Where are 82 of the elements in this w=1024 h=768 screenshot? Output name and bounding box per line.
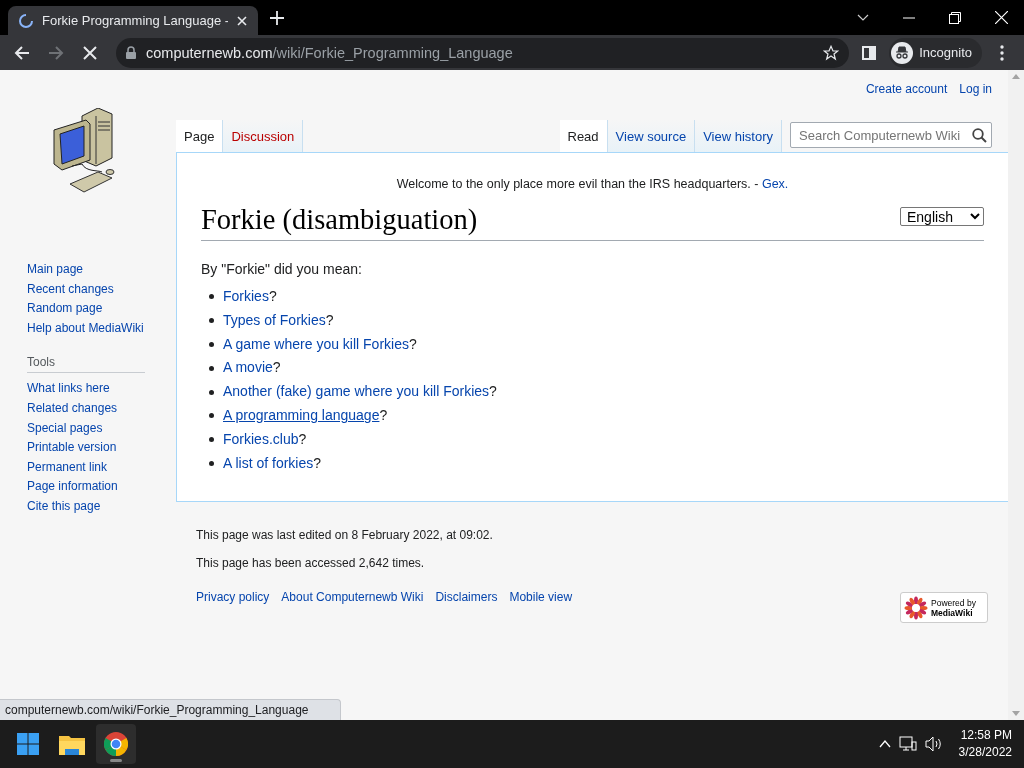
address-bar[interactable]: computernewb.com/wiki/Forkie_Programming_Language	[116, 37, 850, 68]
menu-icon[interactable]	[1000, 44, 1004, 61]
account-link[interactable]: Log in	[959, 82, 992, 108]
language-select[interactable]: English	[900, 207, 984, 226]
page-tab[interactable]: Page	[176, 120, 224, 152]
status-url: computernewb.com/wiki/Forkie_Programming_Language	[0, 699, 342, 720]
sidebar-link[interactable]: Cite this page	[27, 496, 101, 517]
powered-by-badge[interactable]: Powered by MediaWiki	[900, 592, 988, 623]
option-link[interactable]: A list of forkies	[223, 454, 314, 471]
flower-icon	[904, 595, 928, 620]
footer-link[interactable]: Privacy policy	[196, 590, 270, 604]
list-item: A programming language?	[223, 406, 388, 426]
sidebar-link[interactable]: Main page	[27, 260, 84, 280]
list-item: Forkies.club?	[223, 429, 307, 449]
option-link[interactable]: A game where you kill Forkies	[223, 335, 409, 352]
bullet-icon	[209, 342, 214, 348]
restore-icon[interactable]	[949, 11, 961, 24]
list-item: Forkies?	[223, 287, 277, 307]
option-link[interactable]: A movie	[223, 359, 273, 376]
list-item: A game where you kill Forkies?	[223, 334, 417, 354]
intro-text: By "Forkie" did you mean:	[201, 261, 363, 278]
incognito-button[interactable]: Incognito	[889, 37, 982, 68]
tab-title: Forkie Programming Language -	[42, 13, 228, 28]
sidebar-link[interactable]: Special pages	[27, 418, 103, 439]
bullet-icon	[209, 318, 214, 324]
bullet-icon	[209, 365, 214, 371]
sidebar-link[interactable]: Related changes	[27, 398, 118, 419]
list-item: Another (fake) game where you kill Forkies?	[223, 382, 497, 402]
sidebar-link[interactable]: Recent changes	[27, 279, 114, 300]
sidebar-link[interactable]: What links here	[27, 379, 110, 399]
back-arrow-icon[interactable]	[14, 44, 30, 61]
list-item: A movie?	[223, 358, 281, 378]
folder-icon[interactable]	[59, 733, 85, 755]
footer-link[interactable]: About Computernewb Wiki	[281, 590, 424, 604]
sidebar-link[interactable]: Page information	[27, 477, 118, 497]
site-notice: Welcome to the only place more evil than the IRS headquarters. - Gex.	[395, 177, 790, 191]
close-icon[interactable]	[236, 14, 248, 27]
forward-arrow-icon[interactable]	[48, 44, 64, 61]
sidebar-link[interactable]: Printable version	[27, 438, 117, 458]
sidebar-link[interactable]: Help about MediaWiki	[27, 318, 144, 339]
incognito-icon	[891, 41, 914, 64]
lock-icon	[126, 46, 136, 59]
new-tab-icon[interactable]	[270, 10, 284, 25]
footer-link[interactable]: Mobile view	[509, 590, 573, 604]
option-link[interactable]: Forkies.club	[223, 430, 299, 447]
page-tab[interactable]: View source	[607, 120, 696, 152]
footer-info: This page was last edited on 8 February 2022, at 09:02.	[196, 528, 494, 542]
list-item: A list of forkies?	[223, 453, 322, 473]
option-link[interactable]: Another (fake) game where you kill Forkies	[223, 383, 490, 400]
list-item: Types of Forkies?	[223, 310, 334, 330]
chevron-down-icon[interactable]	[857, 13, 869, 22]
tools-heading: Tools	[27, 355, 145, 374]
option-link[interactable]: A programming language	[223, 407, 380, 424]
option-link[interactable]: Types of Forkies	[223, 311, 326, 328]
option-link[interactable]: Forkies	[223, 288, 269, 305]
minimize-icon[interactable]	[903, 16, 915, 19]
star-icon[interactable]	[823, 44, 840, 61]
network-icon[interactable]	[898, 736, 917, 752]
chrome-icon[interactable]	[104, 732, 128, 756]
search-field[interactable]: Search Computernewb Wiki	[790, 122, 992, 148]
page-tab[interactable]: Read	[559, 120, 608, 152]
side-panel-icon[interactable]	[862, 45, 877, 60]
speaker-icon[interactable]	[924, 736, 943, 752]
sidebar-link[interactable]: Permanent link	[27, 457, 108, 478]
browser-tab[interactable]: Forkie Programming Language -	[8, 6, 258, 35]
bullet-icon	[209, 413, 214, 419]
stop-icon[interactable]	[83, 45, 97, 60]
account-link[interactable]: Create account	[865, 82, 948, 108]
sidebar-link[interactable]: Random page	[27, 299, 103, 319]
page-tab[interactable]: View history	[695, 120, 782, 152]
windows-start-icon[interactable]	[17, 733, 39, 755]
bullet-icon	[209, 461, 214, 466]
notice-link[interactable]: Gex.	[761, 177, 789, 191]
search-icon[interactable]	[972, 127, 987, 143]
taskbar-clock[interactable]: 12:58 PM 3/28/2022	[958, 727, 1016, 761]
footer-info: This page has been accessed 2,642 times.	[196, 556, 426, 570]
chevron-up-icon[interactable]	[878, 740, 891, 748]
bullet-icon	[209, 389, 214, 395]
bullet-icon	[209, 294, 214, 300]
bullet-icon	[209, 437, 214, 443]
page-tab[interactable]: Discussion	[223, 120, 304, 152]
footer-link[interactable]: Disclaimers	[435, 590, 498, 604]
